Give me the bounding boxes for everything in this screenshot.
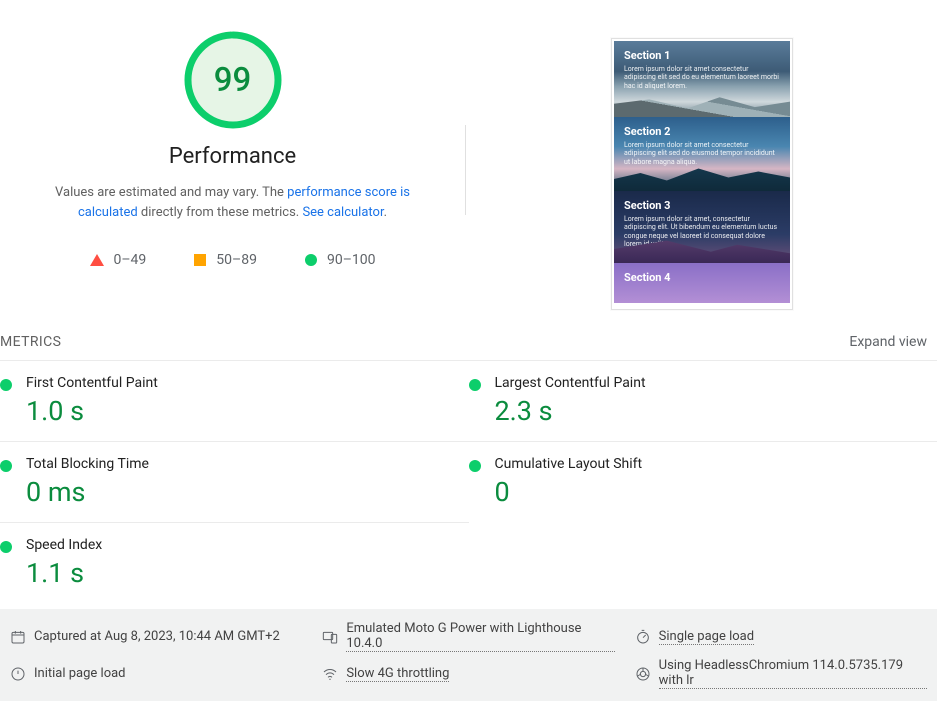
preview-section-2: Section 2 Lorem ipsum dolor sit amet con… <box>614 117 790 191</box>
preview-section-2-body: Lorem ipsum dolor sit amet consectetur a… <box>624 141 780 166</box>
status-pass-icon <box>0 541 12 553</box>
calendar-icon <box>10 629 26 645</box>
circle-green-icon <box>305 254 317 266</box>
metric-card[interactable]: Total Blocking Time 0 ms <box>0 441 469 522</box>
footer-initial-text: Initial page load <box>34 666 126 681</box>
vertical-divider <box>465 125 466 215</box>
legend-pass-label: 90–100 <box>327 252 376 268</box>
performance-score: 99 <box>183 30 283 130</box>
status-pass-icon <box>0 379 12 391</box>
status-pass-icon <box>469 460 481 472</box>
metric-card[interactable]: First Contentful Paint 1.0 s <box>0 360 469 441</box>
legend-pass: 90–100 <box>305 252 376 268</box>
perf-desc-text-1: Values are estimated and may vary. The <box>55 185 287 200</box>
metric-value: 2.3 s <box>495 395 646 427</box>
metric-value: 1.1 s <box>26 557 102 589</box>
status-pass-icon <box>0 460 12 472</box>
footer-headless-text: Using HeadlessChromium 114.0.5735.179 wi… <box>659 658 927 689</box>
network-icon <box>322 666 338 682</box>
metric-label: Cumulative Layout Shift <box>495 456 643 472</box>
perf-desc-period: . <box>384 205 387 220</box>
legend-fail-label: 0–49 <box>114 252 147 268</box>
metric-card[interactable]: Cumulative Layout Shift 0 <box>469 441 937 522</box>
metric-label: Largest Contentful Paint <box>495 375 646 391</box>
metric-card[interactable]: Largest Contentful Paint 2.3 s <box>469 360 937 441</box>
triangle-red-icon <box>90 254 104 266</box>
metric-value: 0 ms <box>26 476 149 508</box>
see-calculator-link[interactable]: See calculator <box>302 205 383 220</box>
power-icon <box>10 666 26 682</box>
metric-value: 0 <box>495 476 643 508</box>
timer-icon <box>635 629 651 645</box>
square-amber-icon <box>194 254 206 266</box>
legend-avg-label: 50–89 <box>216 252 257 268</box>
footer-emulated[interactable]: Emulated Moto G Power with Lighthouse 10… <box>322 621 614 652</box>
metrics-header-title: METRICS <box>0 334 61 350</box>
metric-label: Speed Index <box>26 537 102 553</box>
legend-fail: 0–49 <box>90 252 147 268</box>
performance-description: Values are estimated and may vary. The p… <box>33 183 433 222</box>
perf-desc-text-2: directly from these metrics. <box>138 205 303 220</box>
environment-footer: Captured at Aug 8, 2023, 10:44 AM GMT+2 … <box>0 609 937 701</box>
performance-gauge: 99 <box>183 30 283 130</box>
devices-icon <box>322 629 338 645</box>
preview-section-2-title: Section 2 <box>624 125 780 138</box>
footer-single-page[interactable]: Single page load <box>635 621 927 652</box>
expand-view-toggle[interactable]: Expand view <box>849 334 927 350</box>
metric-value: 1.0 s <box>26 395 158 427</box>
preview-section-1-title: Section 1 <box>624 49 780 62</box>
footer-throttle-text: Slow 4G throttling <box>346 666 449 682</box>
preview-section-3: Section 3 Lorem ipsum dolor sit amet, co… <box>614 191 790 263</box>
footer-emulated-text: Emulated Moto G Power with Lighthouse 10… <box>346 621 614 652</box>
footer-single-text: Single page load <box>659 629 754 645</box>
metric-label: Total Blocking Time <box>26 456 149 472</box>
score-legend: 0–49 50–89 90–100 <box>90 252 376 268</box>
legend-average: 50–89 <box>194 252 257 268</box>
footer-captured-text: Captured at Aug 8, 2023, 10:44 AM GMT+2 <box>34 629 280 644</box>
footer-browser[interactable]: Using HeadlessChromium 114.0.5735.179 wi… <box>635 658 927 689</box>
status-pass-icon <box>469 379 481 391</box>
footer-initial: Initial page load <box>10 658 302 689</box>
page-screenshot-preview: Section 1 Lorem ipsum dolor sit amet con… <box>611 38 793 310</box>
metric-card[interactable]: Speed Index 1.1 s <box>0 522 469 603</box>
preview-section-3-title: Section 3 <box>624 199 780 212</box>
metrics-grid: First Contentful Paint 1.0 s Largest Conte… <box>0 360 937 603</box>
preview-section-4: Section 4 <box>614 263 790 303</box>
preview-section-1: Section 1 Lorem ipsum dolor sit amet con… <box>614 41 790 117</box>
preview-section-4-title: Section 4 <box>624 271 780 284</box>
preview-section-3-body: Lorem ipsum dolor sit amet, consectetur … <box>624 215 780 249</box>
footer-captured: Captured at Aug 8, 2023, 10:44 AM GMT+2 <box>10 621 302 652</box>
footer-throttling[interactable]: Slow 4G throttling <box>322 658 614 689</box>
metric-label: First Contentful Paint <box>26 375 158 391</box>
performance-title: Performance <box>169 144 296 169</box>
preview-section-1-body: Lorem ipsum dolor sit amet consectetur a… <box>624 65 780 90</box>
chrome-icon <box>635 666 651 682</box>
